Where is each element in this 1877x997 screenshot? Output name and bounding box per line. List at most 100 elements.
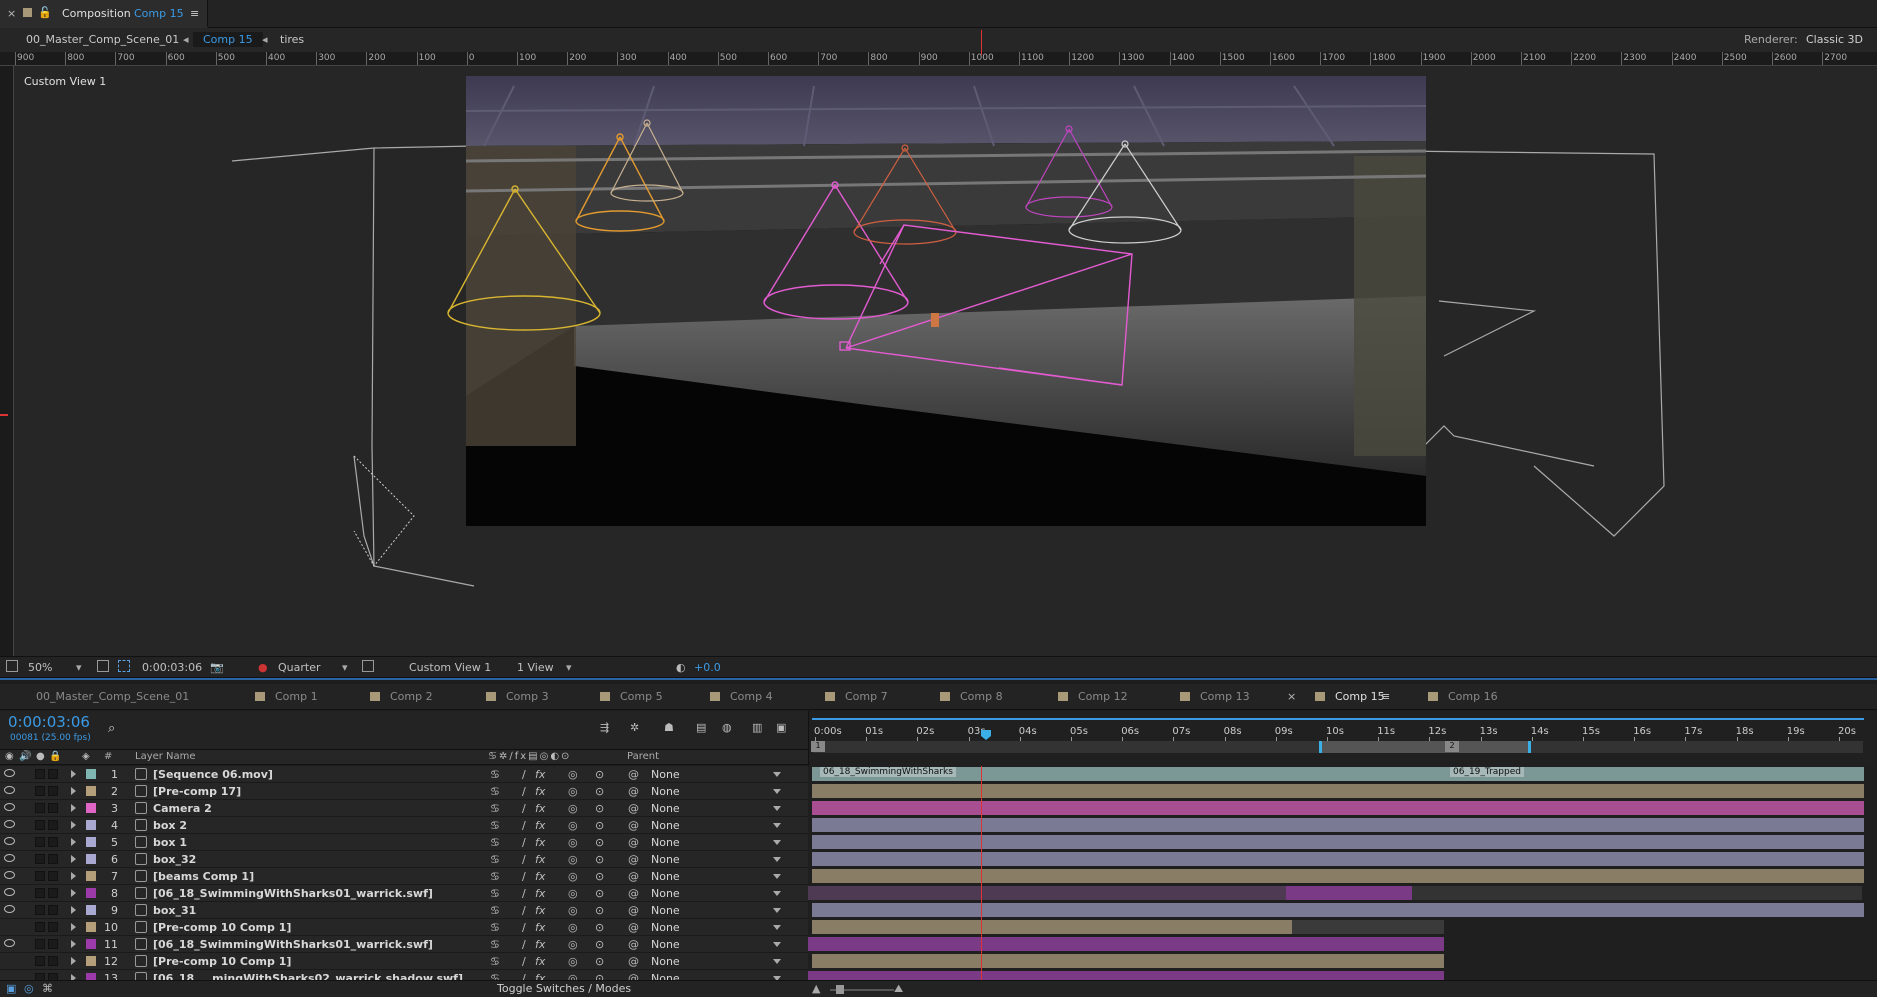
layer-duration-bar[interactable] xyxy=(808,937,1444,951)
chevron-down-icon[interactable] xyxy=(773,959,781,964)
label-color-swatch[interactable] xyxy=(86,922,96,932)
pickwhip-icon[interactable]: @ xyxy=(628,870,639,883)
label-color-swatch[interactable] xyxy=(86,956,96,966)
lock-switch[interactable] xyxy=(48,956,58,966)
lock-switch[interactable] xyxy=(48,803,58,813)
timeline-tab[interactable]: Comp 1 xyxy=(255,690,318,703)
layer-name[interactable]: box_32 xyxy=(153,853,196,866)
layer-duration-bar[interactable] xyxy=(1292,920,1444,934)
close-panel-icon[interactable]: × xyxy=(7,7,16,20)
comment-marker-label[interactable]: 06_19_Trapped xyxy=(1450,767,1524,777)
3d-layer-switch-icon[interactable]: ⊙ xyxy=(595,768,604,781)
solo-switch[interactable] xyxy=(35,905,45,915)
snapshot-icon[interactable]: 📷 xyxy=(210,661,224,674)
pickwhip-icon[interactable]: @ xyxy=(628,887,639,900)
layer-duration-bar[interactable] xyxy=(812,801,1864,815)
time-ruler[interactable]: 1 2 0:00s 01s 02s 03s 04s 05s 06s 07s 08s 09s 10s 1… xyxy=(808,711,1877,766)
lock-switch[interactable] xyxy=(48,922,58,932)
layer-row[interactable]: 1 [Sequence 06.mov] ♋ ∕ fx ◎ ⊙ @ None xyxy=(0,766,808,783)
label-column-icon[interactable]: ◈ xyxy=(82,751,90,762)
effects-switch-icon[interactable]: fx xyxy=(535,768,545,781)
renderer-value[interactable]: Classic 3D xyxy=(1806,33,1863,46)
quality-switch-icon[interactable]: ∕ xyxy=(522,819,526,832)
view-layout-dropdown[interactable]: 1 View xyxy=(517,661,554,674)
layer-name[interactable]: [beams Comp 1] xyxy=(153,870,254,883)
solo-switch[interactable] xyxy=(35,786,45,796)
lock-icon[interactable]: 🔓 xyxy=(38,6,52,19)
region-of-interest-icon[interactable] xyxy=(118,660,130,672)
chevron-down-icon[interactable] xyxy=(773,789,781,794)
layer-name[interactable]: [Sequence 06.mov] xyxy=(153,768,273,781)
shy-switch-icon[interactable]: ♋ xyxy=(490,972,500,980)
chevron-down-icon[interactable]: ▾ xyxy=(566,661,572,674)
label-color-swatch[interactable] xyxy=(86,820,96,830)
layer-duration-bar[interactable] xyxy=(812,784,1864,798)
quality-switch-icon[interactable]: ∕ xyxy=(522,802,526,815)
expand-arrow-icon[interactable] xyxy=(71,821,76,829)
quality-switch-icon[interactable]: ∕ xyxy=(522,870,526,883)
color-channels-icon[interactable]: ● xyxy=(258,661,268,674)
effects-switch-icon[interactable]: fx xyxy=(535,836,545,849)
current-time[interactable]: 0:00:03:06 xyxy=(8,713,90,731)
chevron-down-icon[interactable] xyxy=(773,857,781,862)
lock-switch[interactable] xyxy=(48,871,58,881)
label-color-swatch[interactable] xyxy=(86,905,96,915)
layer-name[interactable]: [06_18_SwimmingWithSharks01_warrick.swf] xyxy=(153,887,433,900)
expand-arrow-icon[interactable] xyxy=(71,923,76,931)
solo-switch[interactable] xyxy=(35,973,45,980)
layer-duration-bar[interactable] xyxy=(812,903,1864,917)
expand-arrow-icon[interactable] xyxy=(71,855,76,863)
effects-switch-icon[interactable]: fx xyxy=(535,853,545,866)
lock-switch[interactable] xyxy=(48,820,58,830)
visibility-eye-icon[interactable] xyxy=(4,769,15,777)
parent-dropdown[interactable]: None xyxy=(651,768,680,781)
solo-toggle-icon[interactable]: ● xyxy=(36,751,45,762)
chevron-down-icon[interactable] xyxy=(773,874,781,879)
video-toggle-icon[interactable]: ◉ xyxy=(5,751,14,762)
layer-row[interactable]: 3 Camera 2 ♋ ∕ fx ◎ ⊙ @ None xyxy=(0,800,808,817)
frame-blending-icon[interactable]: ▤ xyxy=(696,721,706,734)
expand-arrow-icon[interactable] xyxy=(71,957,76,965)
timeline-tab[interactable]: Comp 13 xyxy=(1180,690,1250,703)
pickwhip-icon[interactable]: @ xyxy=(628,802,639,815)
parent-dropdown[interactable]: None xyxy=(651,785,680,798)
layer-row[interactable]: 4 box 2 ♋ ∕ fx ◎ ⊙ @ None xyxy=(0,817,808,834)
label-color-swatch[interactable] xyxy=(86,854,96,864)
pickwhip-icon[interactable]: @ xyxy=(628,836,639,849)
visibility-eye-icon[interactable] xyxy=(4,888,15,896)
timeline-tab[interactable]: Comp 8 xyxy=(940,690,1003,703)
chevron-down-icon[interactable] xyxy=(773,840,781,845)
solo-switch[interactable] xyxy=(35,888,45,898)
layer-name-column[interactable]: Layer Name xyxy=(135,751,196,762)
layer-name[interactable]: [06_18_SwimmingWithSharks01_warrick.swf] xyxy=(153,938,433,951)
expand-arrow-icon[interactable] xyxy=(71,906,76,914)
3d-layer-switch-icon[interactable]: ⊙ xyxy=(595,853,604,866)
3d-layer-switch-icon[interactable]: ⊙ xyxy=(595,785,604,798)
layer-duration-bar[interactable] xyxy=(812,818,1864,832)
pickwhip-icon[interactable]: @ xyxy=(628,819,639,832)
audio-toggle-icon[interactable]: 🔊 xyxy=(19,751,31,762)
solo-switch[interactable] xyxy=(35,871,45,881)
in-out-icon[interactable]: ⌘ xyxy=(42,982,53,995)
expand-arrow-icon[interactable] xyxy=(71,889,76,897)
zoom-level[interactable]: 50% xyxy=(28,661,52,674)
layer-duration-bar[interactable] xyxy=(1286,886,1412,900)
quality-switch-icon[interactable]: ∕ xyxy=(522,768,526,781)
graph-editor-icon[interactable]: ▥ xyxy=(752,721,762,734)
parent-dropdown[interactable]: None xyxy=(651,938,680,951)
label-color-swatch[interactable] xyxy=(86,769,96,779)
quality-switch-icon[interactable]: ∕ xyxy=(522,955,526,968)
expand-arrow-icon[interactable] xyxy=(71,940,76,948)
3d-layer-switch-icon[interactable]: ⊙ xyxy=(595,802,604,815)
comp-mini-flowchart-icon[interactable]: ⇶ xyxy=(600,721,609,734)
current-time-indicator[interactable] xyxy=(981,766,982,980)
quality-switch-icon[interactable]: ∕ xyxy=(522,972,526,980)
chevron-down-icon[interactable] xyxy=(773,891,781,896)
lock-switch[interactable] xyxy=(48,769,58,779)
pickwhip-icon[interactable]: @ xyxy=(628,955,639,968)
render-icon[interactable]: ▣ xyxy=(776,721,786,734)
visibility-eye-icon[interactable] xyxy=(4,803,15,811)
layer-name[interactable]: [06_18_...mingWithSharks02_warrick.shado… xyxy=(153,972,463,980)
lock-switch[interactable] xyxy=(48,905,58,915)
label-color-swatch[interactable] xyxy=(86,837,96,847)
